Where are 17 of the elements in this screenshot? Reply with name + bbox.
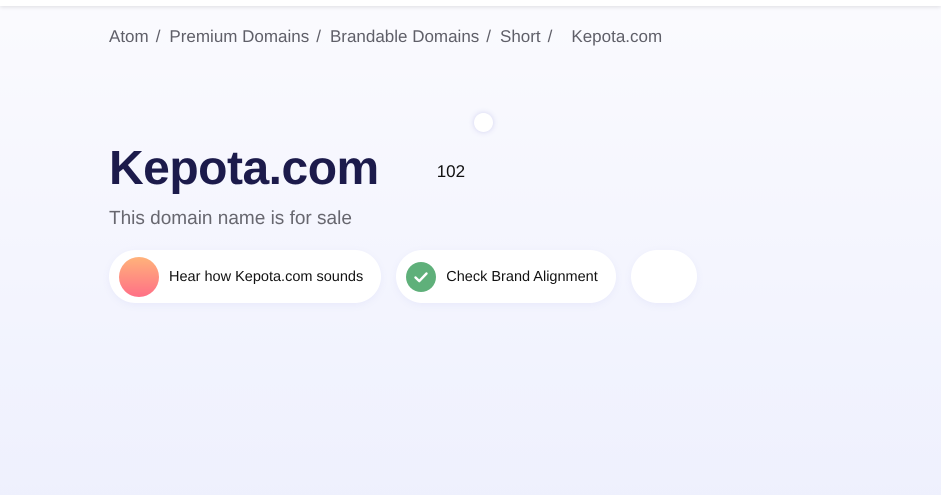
breadcrumb-separator: / xyxy=(548,27,552,47)
breadcrumb-separator: / xyxy=(486,27,492,47)
gradient-circle-icon xyxy=(119,256,159,296)
breadcrumb-link[interactable]: Atom xyxy=(109,27,149,47)
count-label: 102 xyxy=(436,162,466,182)
subtitle: This domain name is for sale xyxy=(109,208,353,230)
brand-check-button[interactable]: Check Brand Alignment xyxy=(396,250,616,303)
breadcrumb-separator: / xyxy=(156,27,160,47)
breadcrumb-current: Kepota.com xyxy=(571,27,662,47)
domain-title: Kepota.com xyxy=(109,140,379,196)
breadcrumb-link[interactable]: Short xyxy=(500,27,541,47)
hear-sound-button[interactable]: Hear how Kepota.com sounds xyxy=(109,250,382,303)
check-icon xyxy=(406,262,436,292)
breadcrumb-link[interactable]: Brandable Domains xyxy=(330,27,480,47)
breadcrumb-link[interactable]: Premium Domains xyxy=(169,27,310,47)
dot-icon xyxy=(474,113,493,132)
breadcrumb-separator: / xyxy=(316,27,321,47)
